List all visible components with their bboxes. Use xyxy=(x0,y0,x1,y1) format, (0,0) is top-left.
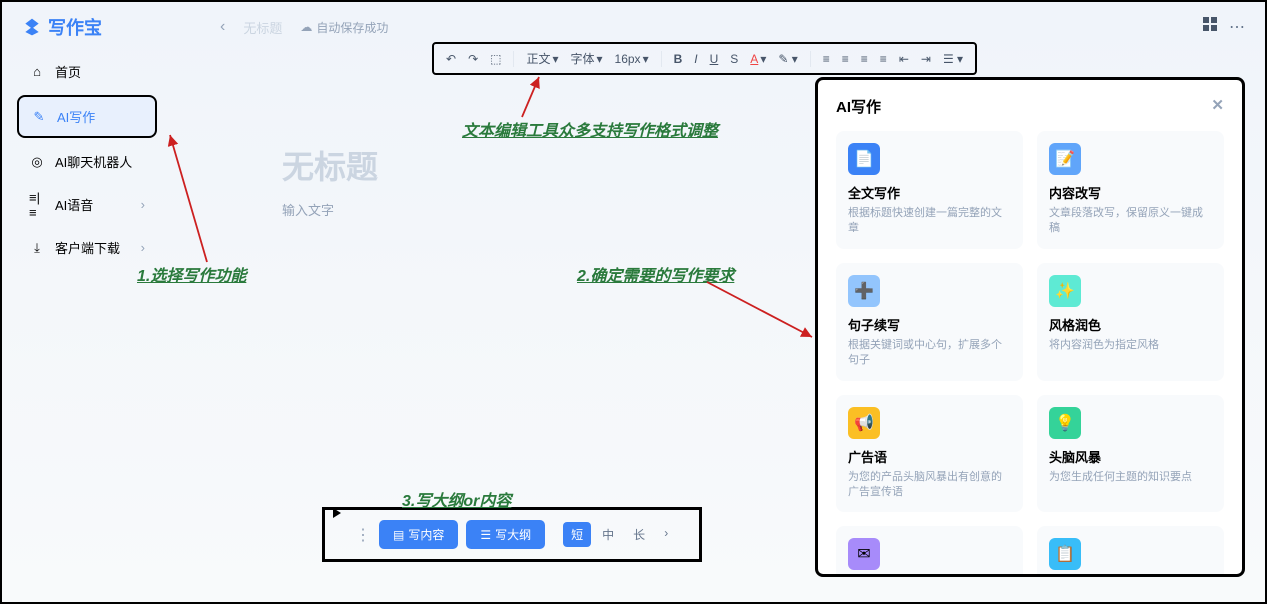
chevron-right-icon[interactable]: › xyxy=(656,522,676,547)
ai-card-extra2[interactable]: 📋 xyxy=(1037,526,1224,577)
style-select[interactable]: 正文 ▾ xyxy=(526,50,558,67)
arrow-1 xyxy=(162,127,222,267)
indent-decrease-icon[interactable]: ⇤ xyxy=(899,52,909,66)
length-short[interactable]: 短 xyxy=(563,522,591,547)
ai-writing-panel: AI写作 ✕ 📄全文写作根据标题快速创建一篇完整的文章 📝内容改写文章段落改写，… xyxy=(815,77,1245,577)
back-arrow[interactable]: ‹ xyxy=(220,18,225,36)
continue-icon: ➕ xyxy=(848,275,880,307)
write-content-button[interactable]: ▤ 写内容 xyxy=(379,520,458,549)
format-paint-icon[interactable]: ⬚ xyxy=(490,52,501,66)
ai-card-full-writing[interactable]: 📄全文写作根据标题快速创建一篇完整的文章 xyxy=(836,131,1023,249)
edit-icon: ✎ xyxy=(31,109,47,125)
editor-toolbar: ↶ ↷ ⬚ 正文 ▾ 字体 ▾ 16px ▾ B I U S A ▾ ✎ ▾ ≡… xyxy=(432,42,977,75)
ai-card-polish[interactable]: ✨风格润色将内容润色为指定风格 xyxy=(1037,263,1224,381)
align-center-icon[interactable]: ≡ xyxy=(842,52,849,66)
apps-icon[interactable] xyxy=(1203,17,1217,31)
ai-card-rewrite[interactable]: 📝内容改写文章段落改写，保留原义一键成稿 xyxy=(1037,131,1224,249)
ad-icon: 📢 xyxy=(848,407,880,439)
align-left-icon[interactable]: ≡ xyxy=(823,52,830,66)
doc-icon: ▤ xyxy=(393,528,404,542)
undo-icon[interactable]: ↶ xyxy=(446,52,456,66)
sidebar-item-label: AI聊天机器人 xyxy=(55,152,132,171)
font-select[interactable]: 字体 ▾ xyxy=(571,50,603,67)
sidebar-item-label: 首页 xyxy=(55,62,81,81)
annotation-2: 2.确定需要的写作要求 xyxy=(577,262,734,286)
chevron-right-icon: › xyxy=(141,240,145,255)
chat-icon: ◎ xyxy=(29,154,45,170)
indent-increase-icon[interactable]: ⇥ xyxy=(921,52,931,66)
underline-icon[interactable]: U xyxy=(710,52,719,66)
arrow-toolbar xyxy=(517,72,547,122)
length-long[interactable]: 长 xyxy=(625,522,653,547)
sidebar-item-ai-writing[interactable]: ✎ AI写作 xyxy=(17,95,157,138)
close-icon[interactable]: ✕ xyxy=(1211,96,1224,117)
polish-icon: ✨ xyxy=(1049,275,1081,307)
ai-panel-title: AI写作 xyxy=(836,96,881,117)
italic-icon[interactable]: I xyxy=(694,52,697,66)
length-mid[interactable]: 中 xyxy=(594,522,622,547)
play-icon xyxy=(333,508,341,518)
sidebar: ⌂ 首页 ✎ AI写作 ◎ AI聊天机器人 ≡|≡ AI语音 › ⤓ 客户端下载… xyxy=(17,52,157,271)
bold-icon[interactable]: B xyxy=(674,52,683,66)
brainstorm-icon: 💡 xyxy=(1049,407,1081,439)
brand-logo: 写作宝 xyxy=(22,14,102,40)
voice-icon: ≡|≡ xyxy=(29,197,45,213)
ai-card-extra1[interactable]: ✉ xyxy=(836,526,1023,577)
top-right-actions: ⋯ xyxy=(1203,17,1245,37)
align-justify-icon[interactable]: ≡ xyxy=(880,52,887,66)
editor-title-placeholder[interactable]: 无标题 xyxy=(282,142,732,188)
size-select[interactable]: 16px ▾ xyxy=(615,52,649,66)
home-icon: ⌂ xyxy=(29,64,45,80)
sidebar-item-label: 客户端下载 xyxy=(55,238,120,257)
sidebar-item-chatbot[interactable]: ◎ AI聊天机器人 xyxy=(17,142,157,181)
highlight-icon[interactable]: ✎ ▾ xyxy=(778,52,797,66)
annotation-3: 3.写大纲or内容 xyxy=(402,487,511,511)
list-icon: ☰ xyxy=(480,528,491,542)
list-icon[interactable]: ☰ ▾ xyxy=(943,52,963,66)
sidebar-item-label: AI写作 xyxy=(57,107,95,126)
feature-icon: ✉ xyxy=(848,538,880,570)
editor-body-placeholder[interactable]: 输入文字 xyxy=(282,200,732,219)
bottom-toolbar: ⋮ ▤ 写内容 ☰ 写大纲 短 中 长 › xyxy=(322,507,702,562)
sidebar-item-home[interactable]: ⌂ 首页 xyxy=(17,52,157,91)
more-icon[interactable]: ⋯ xyxy=(1229,17,1245,37)
annotation-1: 1.选择写作功能 xyxy=(137,262,246,286)
font-color-icon[interactable]: A ▾ xyxy=(750,52,766,66)
rewrite-icon: 📝 xyxy=(1049,143,1081,175)
autosave-status: ☁ 自动保存成功 xyxy=(300,19,388,36)
doc-title: 无标题 xyxy=(243,18,282,37)
ai-card-grid: 📄全文写作根据标题快速创建一篇完整的文章 📝内容改写文章段落改写，保留原义一键成… xyxy=(836,131,1224,577)
ai-card-continue[interactable]: ➕句子续写根据关键词或中心句，扩展多个句子 xyxy=(836,263,1023,381)
chevron-right-icon: › xyxy=(141,197,145,212)
sidebar-item-voice[interactable]: ≡|≡ AI语音 › xyxy=(17,185,157,224)
cloud-icon: ☁ xyxy=(300,20,312,34)
ai-card-ad[interactable]: 📢广告语为您的产品头脑风暴出有创意的广告宣传语 xyxy=(836,395,1023,513)
feature-icon: 📋 xyxy=(1049,538,1081,570)
doc-icon: 📄 xyxy=(848,143,880,175)
ai-card-brainstorm[interactable]: 💡头脑风暴为您生成任何主题的知识要点 xyxy=(1037,395,1224,513)
brand-name: 写作宝 xyxy=(48,14,102,40)
sidebar-item-label: AI语音 xyxy=(55,195,93,214)
strike-icon[interactable]: S xyxy=(730,52,738,66)
write-outline-button[interactable]: ☰ 写大纲 xyxy=(466,520,545,549)
autosave-text: 自动保存成功 xyxy=(316,19,388,36)
more-vertical-icon[interactable]: ⋮ xyxy=(355,525,371,545)
sidebar-item-download[interactable]: ⤓ 客户端下载 › xyxy=(17,228,157,267)
logo-icon xyxy=(22,17,42,37)
editor-area[interactable]: 无标题 输入文字 xyxy=(282,142,732,219)
download-icon: ⤓ xyxy=(29,240,45,256)
arrow-2 xyxy=(702,277,822,347)
align-right-icon[interactable]: ≡ xyxy=(861,52,868,66)
redo-icon[interactable]: ↷ xyxy=(468,52,478,66)
annotation-toolbar: 文本编辑工具众多支持写作格式调整 xyxy=(462,117,718,141)
